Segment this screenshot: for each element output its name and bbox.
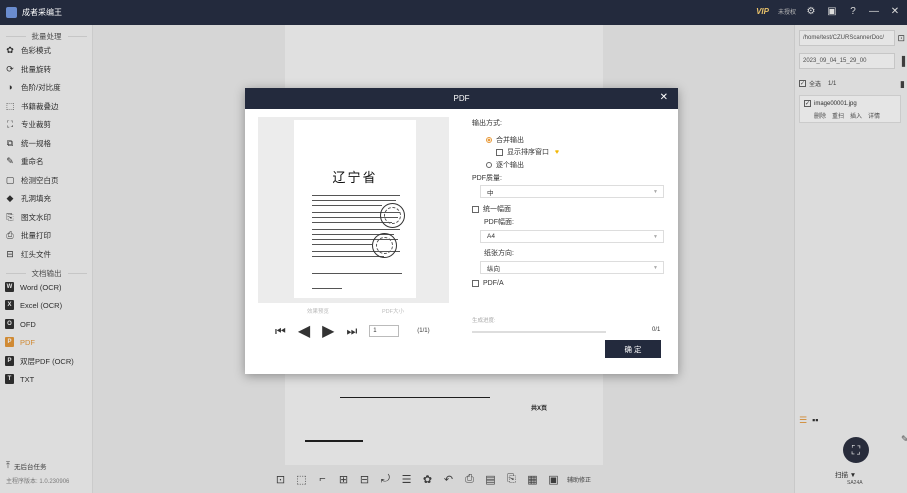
- preview-pager: ⏮ ◀ ▶ ⏭ 1 (1/1): [275, 321, 430, 341]
- checkbox-icon: [472, 205, 479, 213]
- title-bar: 成者采编王 VIP 未授权 ⚙ ▣ ? — ✕: [0, 0, 907, 25]
- orientation-value: 纵向: [487, 265, 500, 273]
- merge-output-label: 合并输出: [496, 137, 524, 144]
- page-size-select[interactable]: A4 ▼: [480, 230, 664, 243]
- page-size-value: A4: [487, 233, 495, 240]
- pdf-size-label: PDF大小: [382, 309, 405, 315]
- checkbox-icon: [472, 280, 479, 287]
- effect-preview-label: 效果预览: [307, 309, 330, 315]
- individual-output-radio[interactable]: 逐个输出: [486, 160, 524, 170]
- preview-text-line: [312, 288, 342, 289]
- quality-value: 中: [487, 189, 494, 197]
- close-window-icon[interactable]: ✕: [889, 5, 901, 17]
- pdfa-label: PDF/A: [483, 280, 504, 287]
- unify-size-checkbox[interactable]: 统一幅面: [472, 204, 511, 214]
- radio-unselected-icon: [486, 162, 492, 168]
- progress-bar: [472, 331, 606, 333]
- vip-crown-icon: ♥: [554, 148, 560, 156]
- chevron-down-icon: ▼: [653, 265, 658, 271]
- show-order-window-checkbox[interactable]: 显示排序窗口 ♥: [496, 147, 561, 157]
- last-page-icon[interactable]: ⏭: [346, 324, 357, 339]
- help-icon[interactable]: ?: [847, 5, 859, 17]
- dialog-title: PDF: [453, 94, 470, 103]
- preview-text-line: [312, 222, 392, 223]
- page-size-label: PDF幅面:: [484, 219, 514, 226]
- chevron-down-icon: ▼: [653, 234, 658, 240]
- title-bar-right: VIP 未授权 ⚙ ▣ ? — ✕: [756, 5, 901, 17]
- preview-seal-stamp: [380, 203, 405, 228]
- orientation-label: 纸张方向:: [484, 250, 514, 257]
- preview-text-line: [312, 200, 396, 201]
- unify-size-label: 统一幅面: [483, 206, 511, 213]
- individual-output-label: 逐个输出: [496, 162, 524, 169]
- orientation-select[interactable]: 纵向 ▼: [480, 261, 664, 274]
- page-number-input[interactable]: 1: [369, 325, 400, 337]
- dialog-close-icon[interactable]: ✕: [660, 92, 668, 103]
- chevron-down-icon: ▼: [653, 189, 658, 195]
- progress-count: 0/1: [652, 327, 661, 333]
- dialog-title-bar: PDF ✕: [245, 88, 678, 109]
- quality-label: PDF质量:: [472, 175, 502, 182]
- first-page-icon[interactable]: ⏮: [275, 324, 286, 339]
- next-page-icon[interactable]: ▶: [322, 321, 334, 341]
- prev-page-icon[interactable]: ◀: [298, 321, 310, 341]
- vip-badge[interactable]: VIP: [756, 7, 769, 16]
- license-status[interactable]: 未授权: [778, 7, 796, 16]
- preview-page: 辽宁省: [294, 120, 416, 298]
- merge-output-radio[interactable]: 合并输出: [486, 135, 524, 145]
- preview-page-heading: 辽宁省: [332, 171, 378, 186]
- checkbox-icon: [496, 148, 503, 156]
- app-logo-icon: [6, 7, 17, 18]
- preview-text-line: [312, 229, 400, 230]
- app-title: 成者采编王: [22, 8, 62, 17]
- message-icon[interactable]: ▣: [826, 5, 838, 17]
- output-mode-label: 输出方式:: [472, 120, 502, 127]
- minimize-icon[interactable]: —: [868, 5, 880, 17]
- preview-seal-stamp: [372, 233, 397, 258]
- preview-text-line: [312, 195, 400, 196]
- show-order-window-label: 显示排序窗口: [507, 149, 549, 156]
- pdf-dialog: PDF ✕ 辽宁省 效果预览 PDF大小 ⏮ ◀ ▶ ⏭ 1 (1/1) 输出方…: [245, 88, 678, 374]
- preview-pane: 辽宁省: [258, 117, 449, 303]
- settings-gear-icon[interactable]: ⚙: [805, 5, 817, 17]
- preview-text-line: [312, 244, 372, 245]
- pdfa-checkbox[interactable]: PDF/A: [472, 280, 504, 287]
- quality-select[interactable]: 中 ▼: [480, 185, 664, 198]
- preview-text-line: [312, 205, 382, 206]
- ok-button[interactable]: 确 定: [605, 340, 661, 358]
- radio-selected-icon: [486, 137, 492, 143]
- progress-label: 生成进度:: [472, 318, 496, 324]
- preview-text-line: [312, 256, 384, 257]
- app-title-group: 成者采编王: [6, 7, 62, 18]
- preview-text-line: [312, 273, 402, 274]
- page-total: (1/1): [417, 328, 430, 334]
